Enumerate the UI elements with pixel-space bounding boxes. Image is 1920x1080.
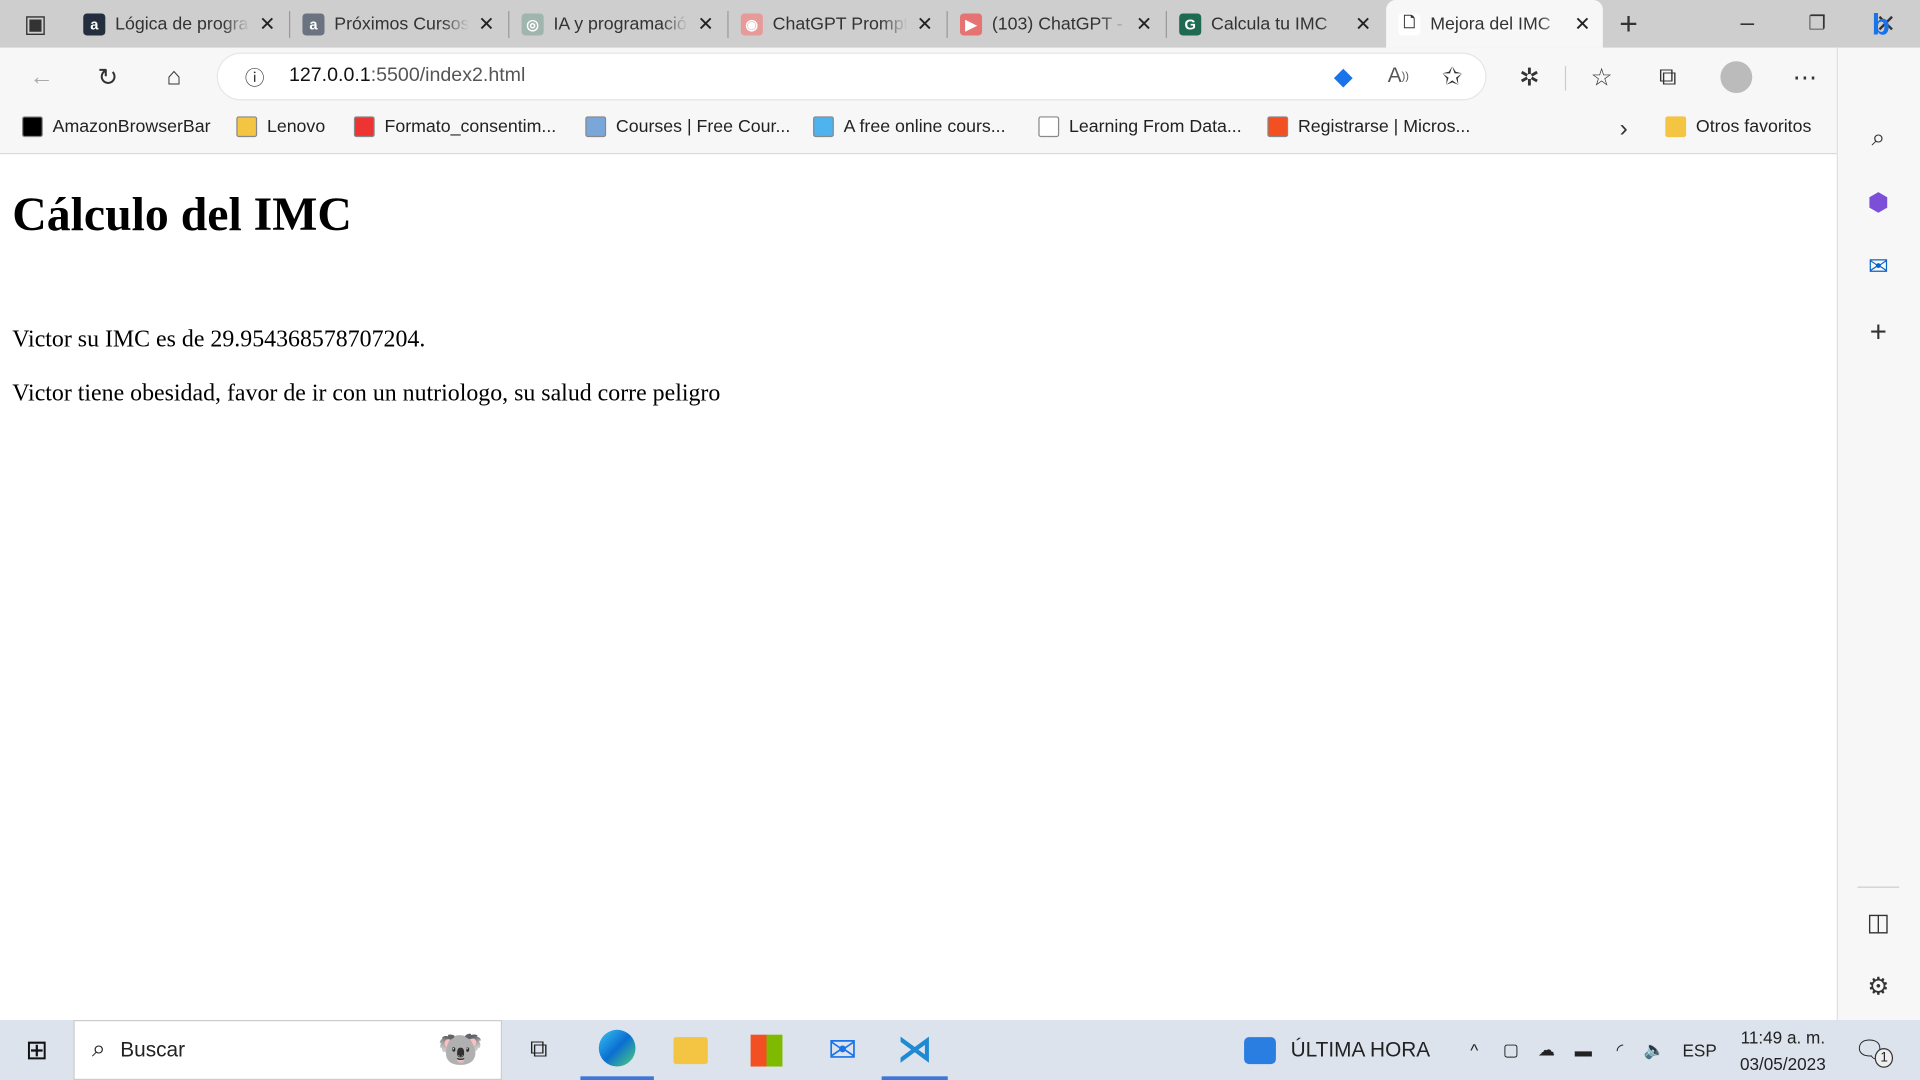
bookmark-item[interactable]: Learning From Data...: [1038, 116, 1242, 138]
shopping-tag-icon[interactable]: ◆: [1326, 59, 1360, 93]
site-info-icon[interactable]: ⓘ: [238, 59, 272, 93]
close-tab-icon[interactable]: ✕: [917, 12, 933, 36]
clock[interactable]: 11:49 a. m. 03/05/2023: [1731, 1020, 1834, 1080]
bmi-message: Victor tiene obesidad, favor de ir con u…: [12, 380, 721, 407]
bookmark-other-favorites[interactable]: Otros favoritos: [1665, 116, 1811, 138]
volume-icon[interactable]: 🔈: [1638, 1020, 1670, 1080]
wifi-icon[interactable]: ◜: [1604, 1020, 1636, 1080]
minimize-button[interactable]: –: [1730, 6, 1764, 40]
courses-icon: [585, 116, 607, 138]
tab-favicon-icon: G: [1179, 13, 1202, 36]
folder-icon: [1665, 116, 1687, 138]
news-widget[interactable]: ÚLTIMA HORA: [1244, 1020, 1430, 1080]
tab-favicon-icon: ◎: [521, 13, 544, 36]
edge-sidebar: b ⌕ ⬢ ✉ + ◫ ⚙: [1836, 9, 1920, 1021]
folder-icon: [236, 116, 258, 138]
microsoft-store-icon[interactable]: [742, 1020, 791, 1080]
settings-gear-icon[interactable]: ⚙: [1861, 969, 1895, 1003]
tab-bar: ▣ aLógica de programación✕aPróximos Curs…: [0, 0, 1920, 48]
close-tab-icon[interactable]: ✕: [478, 12, 494, 36]
page-title: Cálculo del IMC: [12, 188, 352, 242]
url-host: 127.0.0.1: [288, 64, 371, 86]
vscode-icon[interactable]: ⋊: [881, 1020, 948, 1080]
bookmark-item[interactable]: AmazonBrowserBar: [22, 116, 211, 138]
add-sidebar-app-icon[interactable]: +: [1861, 316, 1895, 350]
tab-favicon-icon: a: [83, 13, 106, 36]
microsoft-icon: [1267, 116, 1289, 138]
bookmark-item[interactable]: Lenovo: [236, 116, 325, 138]
collections-icon[interactable]: ⧉: [1651, 60, 1685, 94]
camera-icon[interactable]: ▢: [1496, 1020, 1525, 1080]
tab[interactable]: ◎ IA y programación ✕: [509, 6, 726, 43]
news-icon: [1244, 1036, 1276, 1064]
profile-avatar[interactable]: [1719, 60, 1753, 94]
onedrive-cloud-icon[interactable]: ☁: [1531, 1020, 1563, 1080]
tab-favicon-icon: a: [302, 13, 325, 36]
copilot-icon[interactable]: ⬢: [1861, 185, 1895, 219]
tab[interactable]: ◉ ChatGPT Prompts ✕: [729, 6, 946, 43]
tab[interactable]: 🗋 Mejora del IMC ✕: [1386, 0, 1603, 48]
refresh-button[interactable]: ↻: [91, 60, 125, 94]
home-button[interactable]: ⌂: [157, 60, 191, 94]
restore-button[interactable]: ❐: [1800, 6, 1834, 40]
tab-favicon-icon: ◉: [740, 13, 763, 36]
file-explorer-icon[interactable]: [666, 1020, 715, 1080]
drop-icon: [813, 116, 834, 138]
close-tab-icon[interactable]: ✕: [259, 12, 275, 36]
bmi-result: Victor su IMC es de 29.954368578707204.: [12, 326, 426, 353]
close-tab-icon[interactable]: ✕: [1355, 12, 1371, 36]
tab-actions-icon[interactable]: ▣: [18, 6, 52, 40]
tab-favicon-icon: 🗋: [1398, 12, 1421, 35]
notifications-icon[interactable]: 🗨 1: [1854, 1020, 1894, 1080]
extensions-icon[interactable]: ✲: [1512, 60, 1546, 94]
search-icon[interactable]: ⌕: [1861, 121, 1895, 155]
koala-illustration-icon: 🐨: [437, 1029, 484, 1071]
taskbar-search-input[interactable]: ⌕ Buscar 🐨: [73, 1020, 503, 1080]
bing-icon[interactable]: b: [1860, 5, 1902, 47]
amazon-icon: [22, 116, 43, 138]
mail-icon[interactable]: ✉: [818, 1020, 867, 1080]
close-tab-icon[interactable]: ✕: [1574, 12, 1590, 36]
read-aloud-icon[interactable]: A)): [1381, 59, 1415, 93]
outlook-icon[interactable]: ✉: [1861, 249, 1895, 283]
tab[interactable]: a Próximos Cursos ✕: [290, 6, 507, 43]
close-tab-icon[interactable]: ✕: [697, 12, 713, 36]
edge-taskbar-icon[interactable]: [580, 1020, 654, 1080]
task-view-icon[interactable]: ⧉: [514, 1020, 563, 1080]
favorites-icon[interactable]: ☆: [1584, 60, 1618, 94]
show-hidden-icons-chevron-icon[interactable]: ^: [1460, 1020, 1489, 1080]
bookmark-item[interactable]: Registrarse | Micros...: [1267, 116, 1470, 138]
more-menu-icon[interactable]: ⋯: [1788, 60, 1822, 94]
tab-favicon-icon: ▶: [960, 13, 983, 36]
bookmark-item[interactable]: Formato_consentim...: [353, 116, 556, 138]
new-tab-button[interactable]: +: [1611, 4, 1645, 41]
bookmark-item[interactable]: Courses | Free Cour...: [585, 116, 790, 138]
tab[interactable]: ▶(103) ChatGPT - YouTube✕: [948, 6, 1165, 43]
pdf-icon: [353, 116, 375, 138]
battery-icon[interactable]: ▬: [1567, 1020, 1599, 1080]
url-path: :5500/index2.html: [370, 64, 526, 86]
page-icon: [1038, 116, 1060, 138]
add-favorite-icon[interactable]: ✩: [1435, 59, 1469, 93]
more-bookmarks-chevron-icon[interactable]: ›: [1607, 111, 1641, 145]
back-button[interactable]: ←: [24, 60, 58, 94]
taskbar: ⊞ ⌕ Buscar 🐨 ⧉ ✉ ⋊ ÚLTIMA HORA ^ ▢ ☁ ▬ ◜…: [0, 1020, 1920, 1080]
tab[interactable]: G Calcula tu IMC ✕: [1167, 6, 1384, 43]
bookmark-item[interactable]: A free online cours...: [813, 116, 1006, 138]
page-content: Cálculo del IMC Victor su IMC es de 29.9…: [0, 154, 1836, 1021]
language-indicator[interactable]: ESP: [1682, 1020, 1716, 1080]
hide-sidebar-icon[interactable]: ◫: [1861, 905, 1895, 939]
address-bar[interactable]: ⓘ 127.0.0.1:5500/index2.html ◆ A)) ✩: [217, 53, 1486, 100]
start-windows-icon[interactable]: ⊞: [15, 1020, 59, 1080]
search-icon: ⌕: [91, 1035, 106, 1063]
close-tab-icon[interactable]: ✕: [1136, 12, 1152, 36]
bookmarks-bar: AmazonBrowserBar Lenovo Formato_consentim.…: [0, 105, 1837, 155]
tab[interactable]: aLógica de programación✕: [71, 6, 288, 43]
